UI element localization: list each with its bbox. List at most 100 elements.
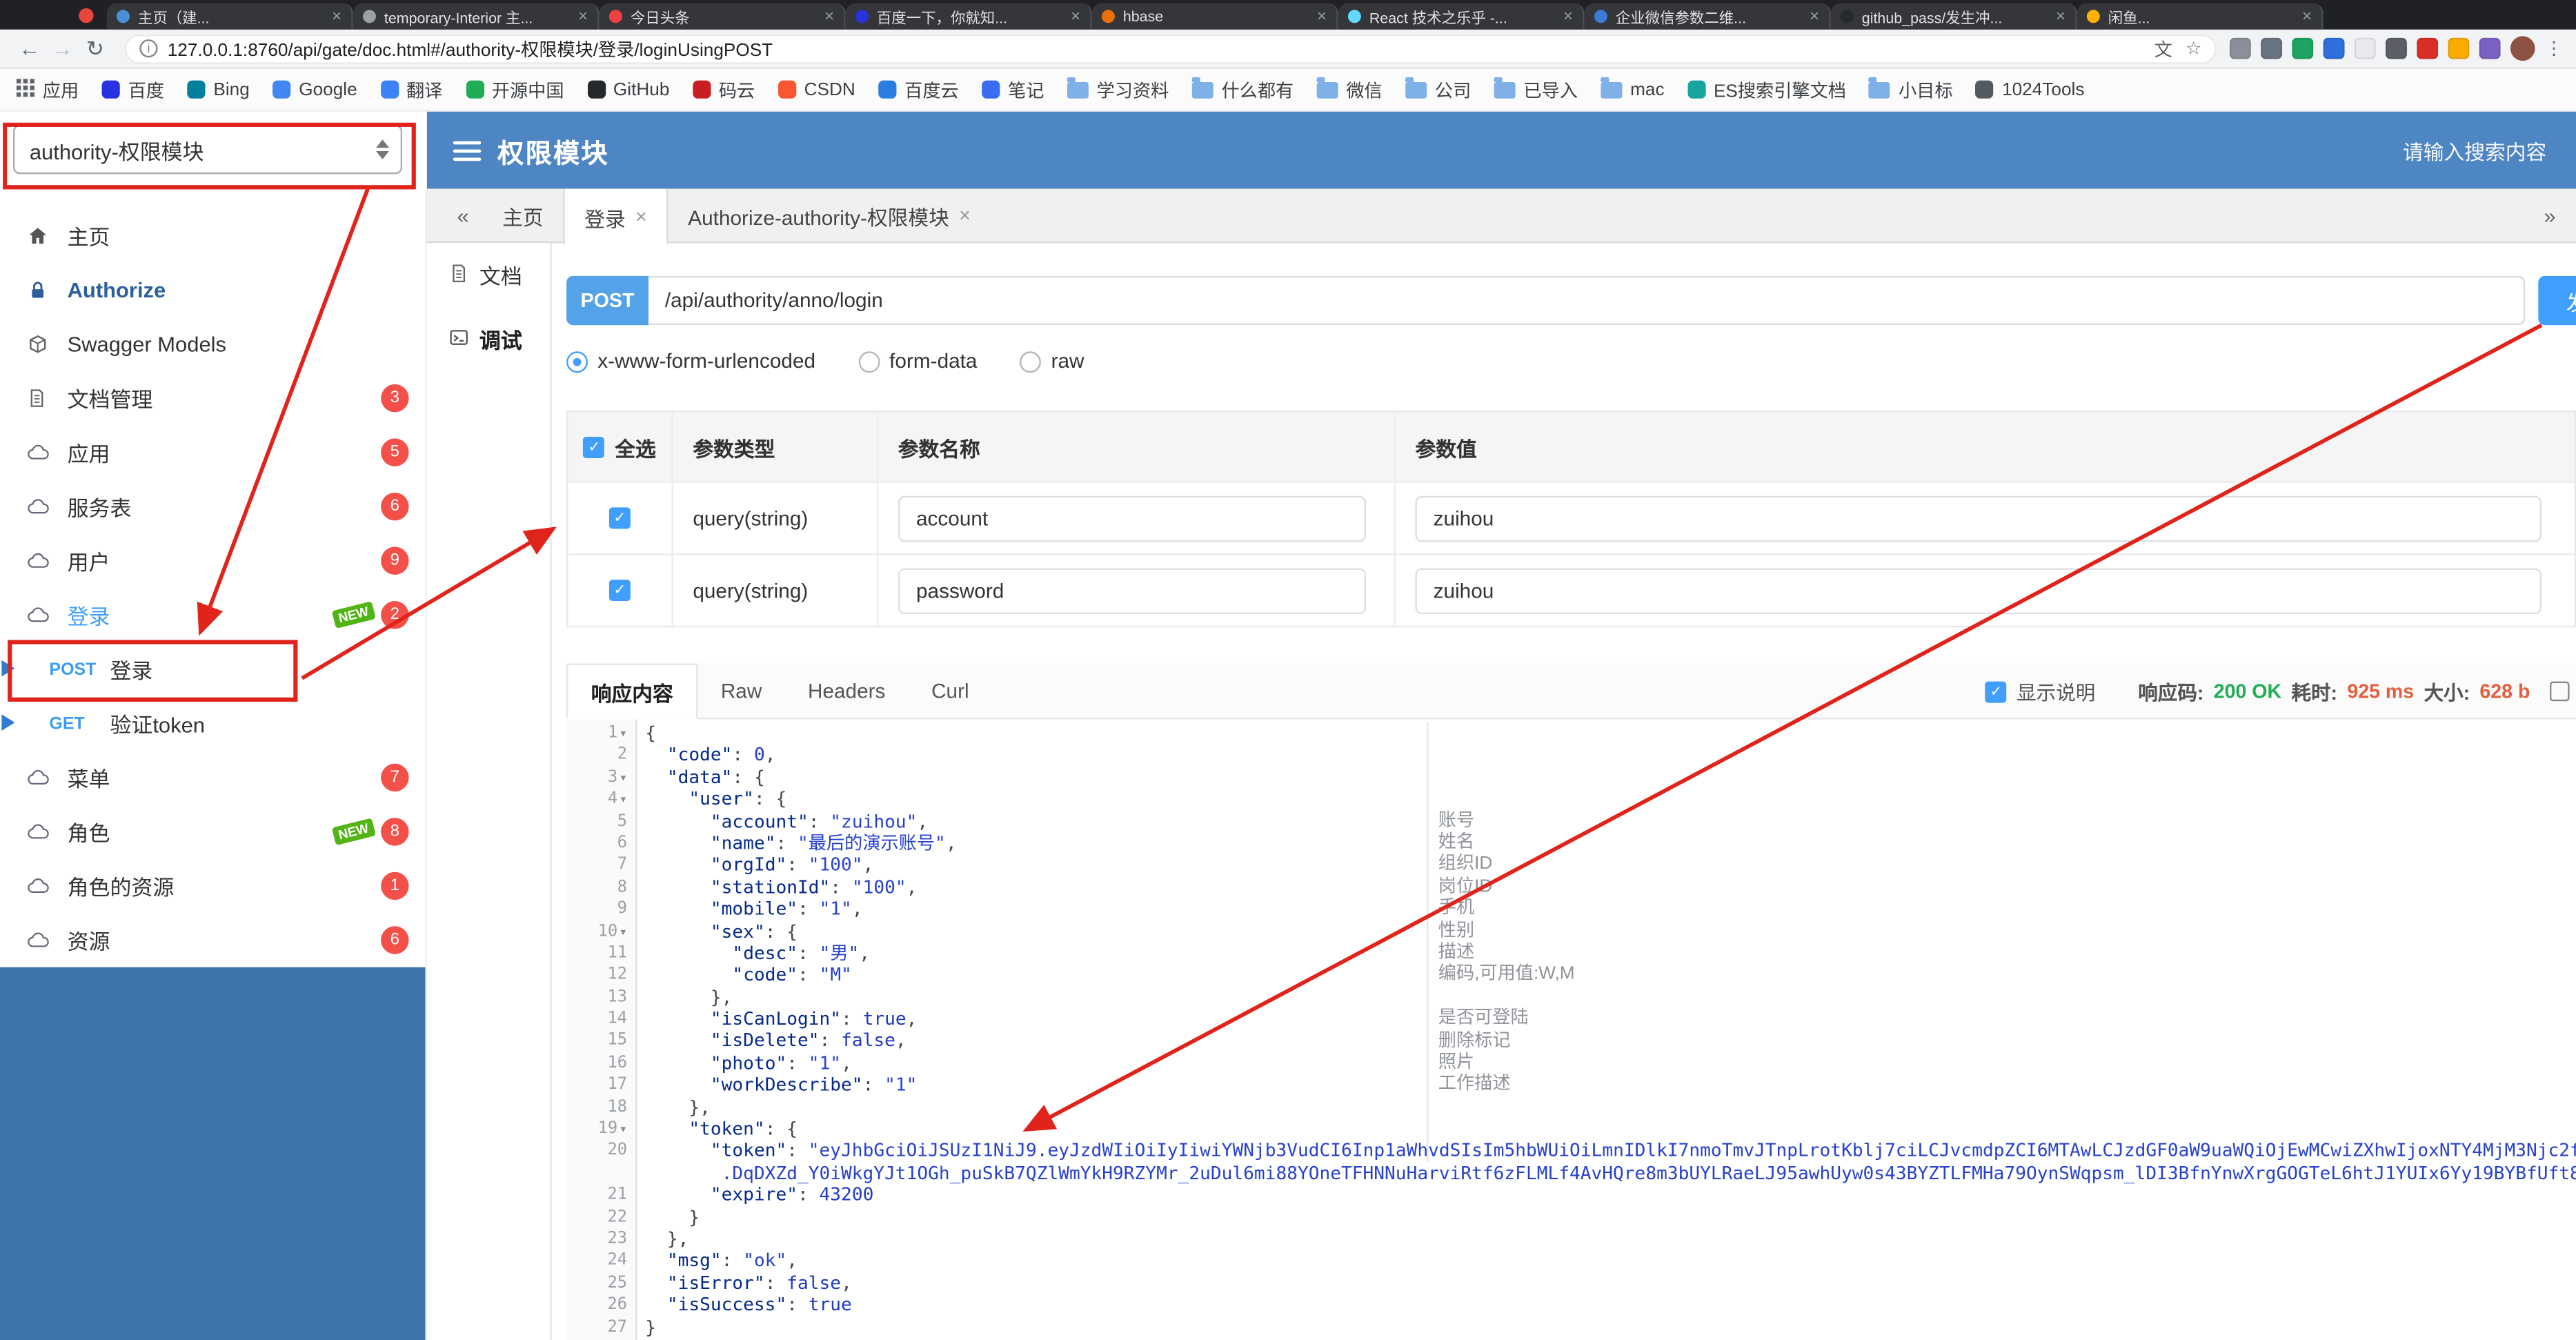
menu-toggle-icon[interactable]	[453, 140, 482, 161]
tab-debug[interactable]: 调试	[427, 307, 550, 371]
bookmark-item[interactable]: Google	[273, 79, 357, 99]
extension-icon[interactable]	[2261, 37, 2283, 59]
bookmark-item[interactable]: 学习资料	[1067, 77, 1169, 103]
header-search-input[interactable]: 请输入搜索内容	[2403, 135, 2546, 166]
response-tab-Curl[interactable]: Curl	[909, 663, 992, 718]
bookmark-item[interactable]: 开源中国	[465, 77, 564, 103]
tab-close-icon[interactable]: ×	[1810, 8, 1819, 26]
bookmark-item[interactable]: 翻译	[379, 77, 442, 103]
browser-tab[interactable]: hbase ×	[1091, 3, 1338, 30]
content-tab-Authorize-authority-权限模块[interactable]: Authorize-authority-权限模块 ×	[668, 189, 991, 242]
module-select[interactable]: authority-权限模块	[13, 124, 403, 175]
url-text[interactable]: 127.0.0.1:8760/api/gate/doc.html#/author…	[168, 35, 2141, 61]
sidebar-item-登录[interactable]: 登录 NEW 2	[0, 588, 425, 642]
extension-icon[interactable]	[2354, 37, 2376, 59]
response-tab-Raw[interactable]: Raw	[697, 663, 784, 718]
sidebar-item-服务表[interactable]: 服务表 6	[0, 480, 425, 534]
browser-menu-icon[interactable]: ⋮	[2545, 38, 2563, 59]
send-button[interactable]: 发送	[2538, 275, 2576, 326]
sidebar-item-Authorize[interactable]: Authorize	[0, 263, 425, 317]
bookmark-item[interactable]: 应用	[16, 75, 79, 104]
extension-icon[interactable]	[2385, 37, 2407, 59]
tab-close-icon[interactable]: ×	[578, 8, 588, 26]
browser-tab[interactable]: temporary-Interior 主... ×	[353, 3, 600, 30]
bookmark-item[interactable]: ES搜索引擎文档	[1687, 77, 1846, 103]
bookmark-item[interactable]: 什么都有	[1191, 77, 1294, 103]
tabs-expand-icon[interactable]: »	[2530, 189, 2569, 244]
close-icon[interactable]: ×	[959, 204, 971, 226]
translate-icon[interactable]: 文	[2154, 35, 2172, 61]
browser-tab[interactable]: github_pass/发生冲... ×	[1830, 3, 2077, 30]
param-name-input[interactable]	[898, 495, 1367, 542]
reload-icon[interactable]: ↻	[79, 35, 112, 61]
tab-close-icon[interactable]: ×	[1563, 8, 1573, 26]
bookmark-item[interactable]: GitHub	[586, 79, 669, 99]
profile-avatar[interactable]	[2510, 36, 2535, 61]
extension-icon[interactable]	[2448, 37, 2470, 59]
bookmark-item[interactable]: 微信	[1316, 77, 1383, 103]
response-tab-响应内容[interactable]: 响应内容	[566, 663, 698, 720]
tab-doc[interactable]: 文档	[427, 243, 550, 307]
fullscreen-icon[interactable]	[2549, 681, 2570, 702]
body-type-radio-raw[interactable]: raw	[1020, 350, 1084, 373]
extension-icon[interactable]	[2479, 37, 2501, 59]
content-tab-登录[interactable]: 登录 ×	[563, 188, 668, 245]
tab-close-icon[interactable]: ×	[1317, 8, 1327, 26]
fold-icon[interactable]: ▾	[620, 924, 627, 938]
tabs-collapse-icon[interactable]: «	[444, 189, 483, 242]
tab-close-icon[interactable]: ×	[332, 8, 341, 26]
content-tab-主页[interactable]: 主页	[483, 189, 564, 242]
request-url-input[interactable]	[648, 275, 2526, 326]
browser-tab[interactable]: 企业微信参数二维... ×	[1584, 3, 1831, 30]
sidebar-item-角色的资源[interactable]: 角色的资源 1	[0, 859, 425, 914]
close-icon[interactable]: ×	[635, 205, 647, 228]
browser-tab[interactable]: React 技术之乐乎 -... ×	[1338, 3, 1585, 30]
show-desc-checkbox[interactable]	[1985, 680, 2007, 702]
browser-tab[interactable]: 百度一下，你就知... ×	[845, 3, 1092, 30]
extension-icon[interactable]	[2417, 37, 2439, 59]
param-checkbox[interactable]	[608, 507, 631, 529]
sidebar-api-post-登录[interactable]: POST 登录	[0, 642, 425, 697]
back-icon[interactable]: ←	[13, 36, 46, 61]
bookmark-item[interactable]: 1024Tools	[1975, 79, 2084, 99]
sidebar-api-get-验证token[interactable]: GET 验证token	[0, 696, 425, 751]
tab-close-icon[interactable]: ×	[1071, 8, 1080, 26]
sidebar-item-角色[interactable]: 角色 NEW 8	[0, 805, 425, 859]
param-value-input[interactable]	[1415, 567, 2542, 613]
select-all-checkbox[interactable]	[584, 435, 605, 457]
response-tab-Headers[interactable]: Headers	[785, 663, 909, 718]
body-type-radio-x-www-form-urlencoded[interactable]: x-www-form-urlencoded	[566, 350, 815, 373]
bookmark-star-icon[interactable]: ☆	[2186, 38, 2202, 59]
sidebar-item-主页[interactable]: 主页	[0, 208, 425, 263]
sidebar-item-应用[interactable]: 应用 5	[0, 425, 425, 480]
browser-tab[interactable]: 今日头条 ×	[599, 3, 846, 30]
bookmark-item[interactable]: 码云	[692, 77, 755, 103]
browser-tab[interactable]: 闲鱼... ×	[2077, 3, 2324, 30]
fold-icon[interactable]: ▾	[620, 726, 627, 740]
bookmark-item[interactable]: 百度云	[878, 77, 959, 103]
bookmark-item[interactable]: 百度	[101, 77, 164, 103]
sidebar-item-用户[interactable]: 用户 9	[0, 533, 425, 588]
body-type-radio-form-data[interactable]: form-data	[858, 350, 977, 373]
param-name-input[interactable]	[898, 567, 1367, 613]
forward-icon[interactable]: →	[46, 36, 79, 61]
extension-icon[interactable]	[2292, 37, 2314, 59]
extension-icon[interactable]	[2323, 37, 2345, 59]
sidebar-item-资源[interactable]: 资源 6	[0, 913, 425, 967]
tab-close-icon[interactable]: ×	[824, 8, 834, 26]
site-info-icon[interactable]: i	[139, 39, 158, 58]
tab-close-icon[interactable]: ×	[2056, 8, 2065, 26]
param-checkbox[interactable]	[608, 580, 631, 602]
param-value-input[interactable]	[1415, 495, 2542, 542]
address-bar[interactable]: i 127.0.0.1:8760/api/gate/doc.html#/auth…	[124, 33, 2217, 63]
fold-icon[interactable]: ▾	[620, 792, 627, 807]
bookmark-item[interactable]: mac	[1601, 77, 1665, 99]
response-json-viewer[interactable]: 1 ▾{2 "code": 0, 3 ▾ "data": {4 ▾ "user": {5…	[566, 719, 2576, 1340]
tab-close-icon[interactable]: ×	[2302, 8, 2312, 26]
bookmark-item[interactable]: 公司	[1405, 77, 1471, 103]
fold-icon[interactable]: ▾	[620, 1122, 627, 1136]
bookmark-item[interactable]: 笔记	[982, 77, 1044, 103]
fold-icon[interactable]: ▾	[620, 770, 627, 785]
sidebar-item-文档管理[interactable]: 文档管理 3	[0, 371, 425, 426]
browser-tab[interactable]: 主页（建... ×	[106, 3, 353, 30]
